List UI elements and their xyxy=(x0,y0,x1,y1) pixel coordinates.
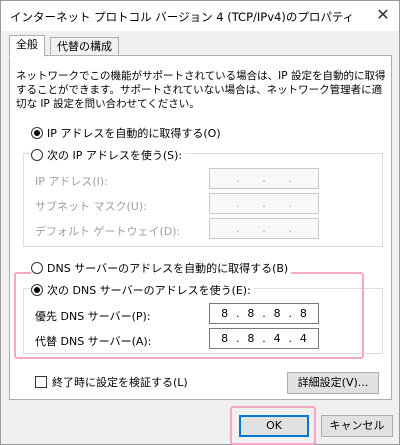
description-text: ネットワークでこの機能がサポートされている場合は、IP 設定を自動的に取得するこ… xyxy=(16,70,386,110)
radio-dns-auto[interactable]: DNS サーバーのアドレスを自動的に取得する(B) xyxy=(31,260,292,276)
ip-address-label: IP アドレス(I): xyxy=(35,175,108,188)
tab-alternate-config[interactable]: 代替の構成 xyxy=(50,37,119,57)
validate-on-exit-label: 終了時に設定を検証する(L) xyxy=(52,376,188,389)
cancel-button[interactable]: キャンセル xyxy=(321,415,393,437)
window-title: インターネット プロトコル バージョン 4 (TCP/IPv4)のプロパティ xyxy=(10,10,355,24)
radio-ip-manual[interactable]: 次の IP アドレスを使う(S): xyxy=(31,147,186,163)
title-bar: インターネット プロトコル バージョン 4 (TCP/IPv4)のプロパティ ✕ xyxy=(1,1,399,31)
subnet-mask-field[interactable]: . . . xyxy=(209,193,319,214)
radio-dns-auto-label: DNS サーバーのアドレスを自動的に取得する(B) xyxy=(47,262,289,275)
close-icon[interactable]: ✕ xyxy=(373,5,393,25)
alternate-dns-label: 代替 DNS サーバー(A): xyxy=(35,335,152,348)
radio-ip-manual-label: 次の IP アドレスを使う(S): xyxy=(47,149,183,162)
advanced-button[interactable]: 詳細設定(V)... xyxy=(287,372,379,394)
preferred-dns-field[interactable]: 8. 8. 8. 8 xyxy=(209,303,319,324)
tab-general[interactable]: 全般 xyxy=(9,35,45,57)
radio-dns-manual[interactable]: 次の DNS サーバーのアドレスを使う(E): xyxy=(31,282,254,298)
ip-address-field[interactable]: . . . xyxy=(209,168,319,189)
preferred-dns-label: 優先 DNS サーバー(P): xyxy=(35,310,151,323)
radio-button-checked xyxy=(31,127,43,139)
radio-dns-manual-label: 次の DNS サーバーのアドレスを使う(E): xyxy=(47,284,251,297)
alternate-dns-field[interactable]: 8. 8. 4. 4 xyxy=(209,328,319,349)
ok-button[interactable]: OK xyxy=(239,415,309,437)
radio-button xyxy=(31,149,43,161)
radio-ip-auto[interactable]: IP アドレスを自動的に取得する(O) xyxy=(31,125,224,141)
default-gateway-field[interactable]: . . . xyxy=(209,218,319,239)
radio-ip-auto-label: IP アドレスを自動的に取得する(O) xyxy=(47,127,221,140)
checkbox-box xyxy=(35,376,47,388)
validate-on-exit-checkbox[interactable]: 終了時に設定を検証する(L) xyxy=(35,374,188,390)
radio-button-checked xyxy=(31,284,43,296)
subnet-mask-label: サブネット マスク(U): xyxy=(35,200,147,213)
default-gateway-label: デフォルト ゲートウェイ(D): xyxy=(35,225,181,238)
radio-button xyxy=(31,262,43,274)
properties-dialog: インターネット プロトコル バージョン 4 (TCP/IPv4)のプロパティ ✕… xyxy=(0,0,400,445)
